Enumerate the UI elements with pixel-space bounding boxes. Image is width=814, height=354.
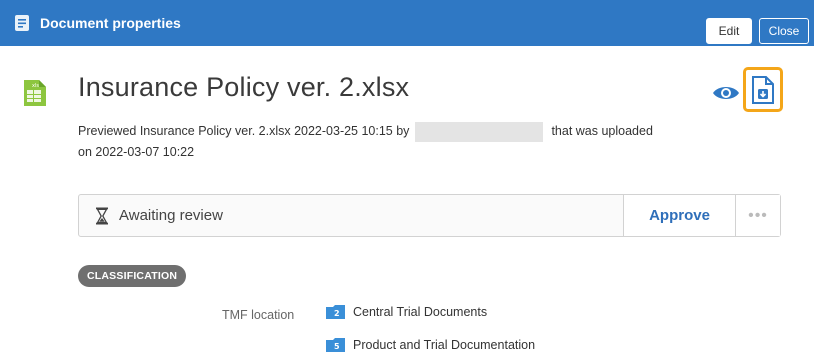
tmf-item-central-trial-documents[interactable]: 2 Central Trial Documents (326, 305, 487, 319)
hourglass-icon (96, 207, 108, 225)
tmf-item-product-and-trial-documentation[interactable]: 5 Product and Trial Documentation (326, 338, 535, 352)
close-button[interactable]: Close (759, 18, 809, 44)
preview-text-line2: on 2022-03-07 10:22 (78, 145, 195, 159)
preview-info: Previewed Insurance Policy ver. 2.xlsx 2… (78, 121, 718, 163)
folder-icon: 5 (326, 338, 345, 352)
status-label: Awaiting review (119, 207, 223, 224)
preview-text-part2: that was uploaded (551, 124, 653, 138)
download-button[interactable] (743, 67, 783, 112)
document-title: Insurance Policy ver. 2.xlsx (78, 72, 410, 102)
approve-button[interactable]: Approve (624, 195, 735, 236)
folder-number: 5 (334, 342, 340, 351)
review-status-bar: Awaiting review Approve ••• (78, 194, 781, 237)
tmf-item-label: Central Trial Documents (353, 305, 488, 319)
preview-text-part1: Previewed Insurance Policy ver. 2.xlsx 2… (78, 124, 410, 138)
document-icon (15, 15, 29, 31)
classification-badge: CLASSIFICATION (78, 265, 187, 287)
more-options-button[interactable]: ••• (736, 195, 780, 236)
file-type-label: xls (32, 83, 39, 89)
eye-icon[interactable] (712, 84, 740, 102)
edit-button[interactable]: Edit (706, 18, 752, 44)
spreadsheet-icon: xls (24, 80, 46, 106)
download-icon (752, 75, 774, 104)
dialog-header: Document properties Edit Close (0, 0, 814, 46)
folder-number: 2 (334, 309, 340, 318)
redacted-user (415, 121, 544, 142)
dialog-title: Document properties (40, 15, 181, 31)
tmf-item-label: Product and Trial Documentation (353, 338, 536, 352)
tmf-location-label: TMF location (222, 308, 295, 322)
folder-icon: 2 (326, 305, 345, 319)
